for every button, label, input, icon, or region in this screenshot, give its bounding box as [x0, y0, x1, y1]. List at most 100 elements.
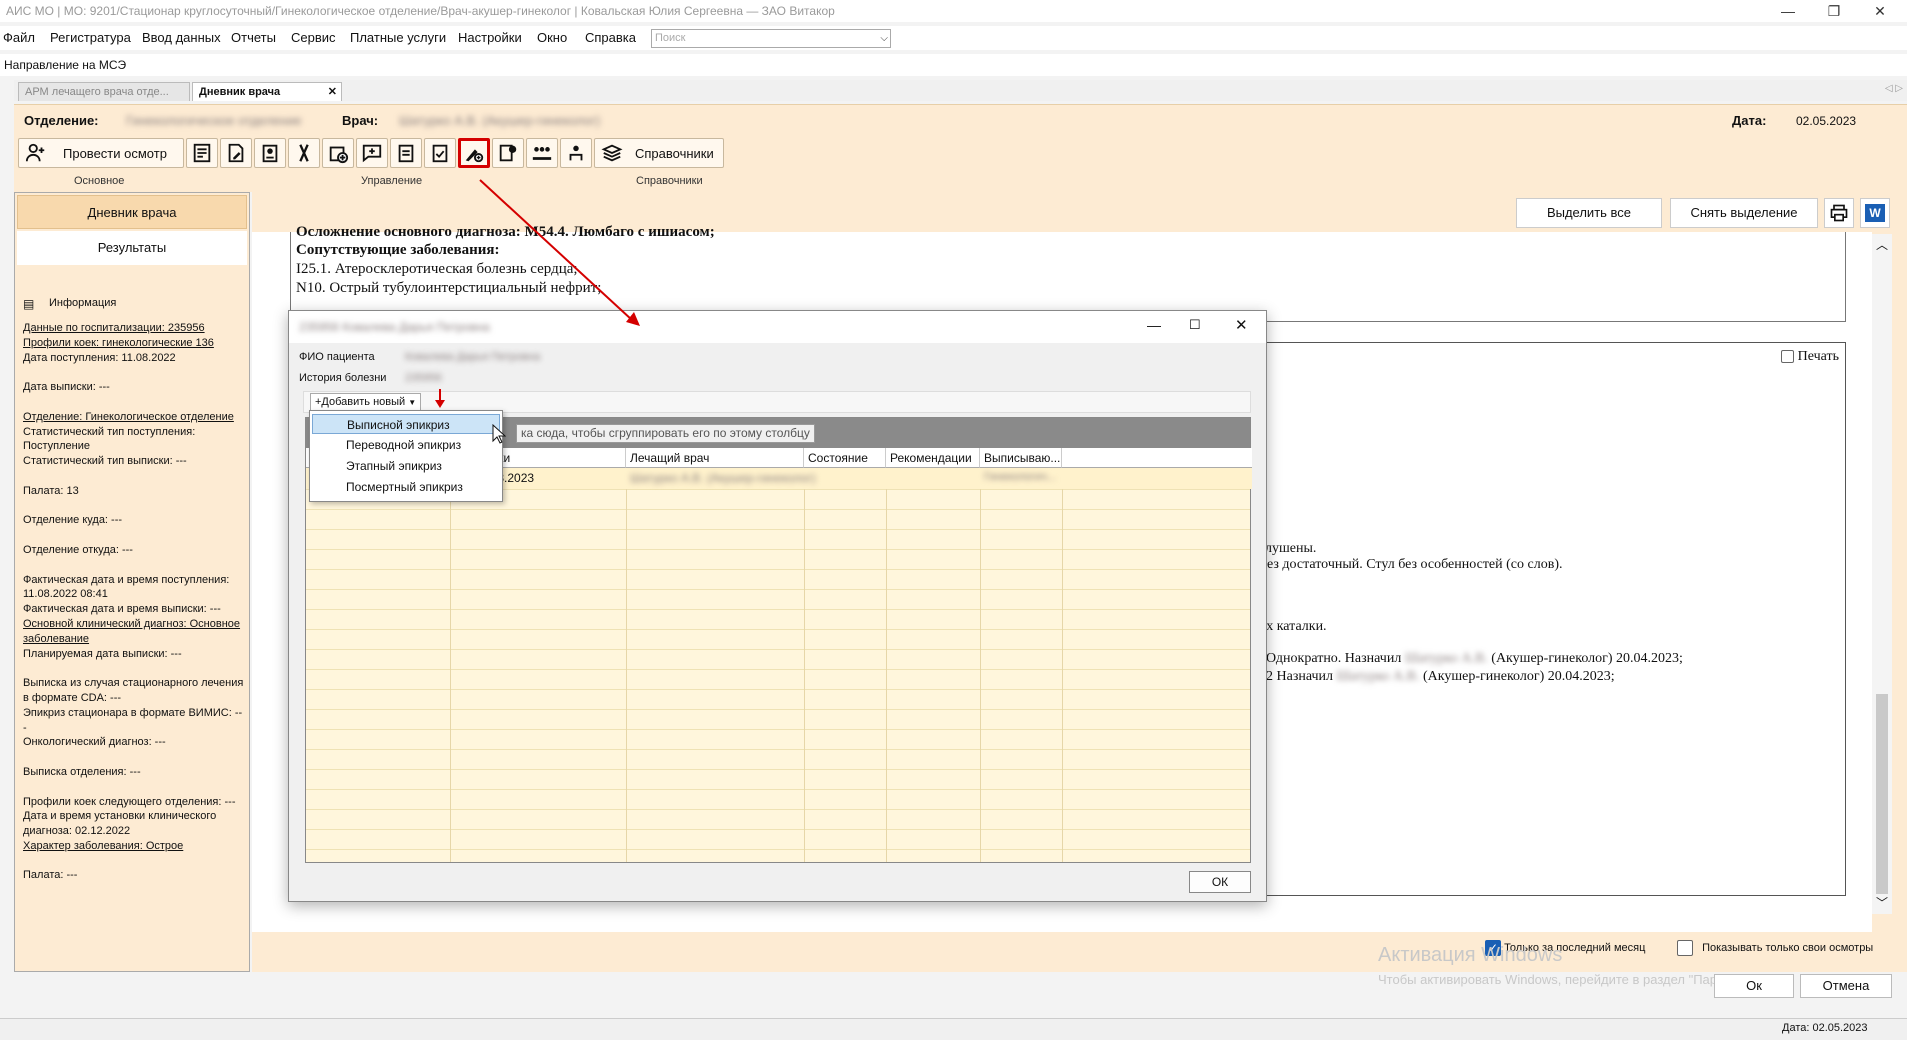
dropdown-item-transfer-epicrisis[interactable]: Переводной эпикриз	[312, 435, 500, 455]
cancel-button[interactable]: Отмена	[1800, 974, 1892, 998]
info-list: Данные по госпитализации: 235956 Профили …	[23, 321, 245, 883]
badge-button[interactable]	[254, 138, 286, 168]
grid-row-line	[306, 589, 1250, 590]
epicrisis-button[interactable]	[458, 138, 490, 168]
close-tab-icon[interactable]: ✕	[328, 83, 337, 101]
add-new-dropdown: Выписной эпикриз Переводной эпикриз Этап…	[309, 410, 503, 502]
maximize-button[interactable]: ❐	[1811, 0, 1857, 22]
clipboard-list-button[interactable]	[390, 138, 422, 168]
dialog-minimize-button[interactable]: —	[1147, 317, 1161, 333]
clipboard-check-button[interactable]	[424, 138, 456, 168]
doc-text-line: 2 Назначил Шатурко А.В. (Акушер-гинеколо…	[1266, 669, 1615, 684]
nav-results[interactable]: Результаты	[17, 231, 247, 265]
info-item: Дата и время установки клинического диаг…	[23, 810, 217, 838]
dialog-close-button[interactable]: ✕	[1235, 316, 1248, 334]
info-gap	[23, 499, 245, 514]
info-item[interactable]: Характер заболевания: Острое	[23, 839, 245, 854]
word-export-button[interactable]: W	[1860, 198, 1890, 228]
references-button[interactable]: Справочники	[594, 138, 724, 168]
info-item: Дата поступления: 11.08.2022	[23, 351, 176, 364]
menu-file[interactable]: Файл	[3, 30, 35, 45]
menu-reports[interactable]: Отчеты	[231, 30, 276, 45]
info-item[interactable]: Основной клинический диагноз: Основное з…	[23, 617, 245, 647]
grid-row-line	[306, 809, 1250, 810]
menu-data-entry[interactable]: Ввод данных	[142, 30, 221, 45]
form-list-button[interactable]	[186, 138, 218, 168]
dialog-ok-button[interactable]: ОК	[1189, 871, 1251, 893]
close-window-button[interactable]: ✕	[1857, 0, 1903, 22]
transfer-icon	[569, 145, 583, 161]
search-input[interactable]: Поиск ⌵	[651, 29, 891, 48]
document-section-top: Осложнение основного диагноза: M54.4. Лю…	[290, 224, 1846, 322]
select-all-button[interactable]: Выделить все	[1516, 198, 1662, 228]
patient-label: ФИО пациента	[299, 351, 375, 363]
conduct-exam-button[interactable]: Провести осмотр	[18, 138, 184, 168]
only-mine-checkbox[interactable]: Показывать только свои осмотры	[1677, 940, 1873, 956]
print-button[interactable]	[1824, 198, 1854, 228]
dept-label: Отделение:	[24, 113, 99, 128]
menu-help[interactable]: Справка	[585, 30, 636, 45]
chevron-down-icon[interactable]: ⌵	[880, 30, 888, 47]
dropdown-item-stage-epicrisis[interactable]: Этапный эпикриз	[312, 456, 500, 476]
grid-row-line	[306, 749, 1250, 750]
info-item: Палата: ---	[23, 869, 78, 882]
print-checkbox[interactable]: Печать	[1781, 349, 1839, 365]
tab-arm[interactable]: АРМ лечащего врача отде...	[18, 82, 190, 101]
column-header-discharging[interactable]: Выписываю...	[980, 448, 1062, 468]
info-item[interactable]: Профили коек: гинекологические 136	[23, 336, 245, 351]
books-icon	[601, 144, 623, 162]
group-hint: ка сюда, чтобы сгруппировать его по этом…	[516, 424, 815, 443]
status-date: Дата: 02.05.2023	[1782, 1022, 1868, 1034]
grid-row-line	[306, 669, 1250, 670]
form-icon	[193, 143, 211, 163]
people-icon	[532, 147, 552, 160]
scroll-thumb[interactable]	[1876, 694, 1888, 894]
dropdown-arrow-icon: ▼	[408, 398, 417, 407]
dialog-maximize-button[interactable]: ☐	[1189, 317, 1201, 333]
info-item: Отделение откуда: ---	[23, 543, 133, 556]
grid-row-line	[306, 509, 1250, 510]
document-plus-icon	[499, 144, 517, 162]
date-value: 02.05.2023	[1796, 114, 1857, 128]
column-header-recommendations[interactable]: Рекомендации	[886, 448, 980, 468]
document-edit-button[interactable]	[220, 138, 252, 168]
doctor-name-blurred: Шатурко А.В.	[1401, 651, 1492, 666]
info-item[interactable]: Отделение: Гинекологическое отделение	[23, 410, 245, 425]
vertical-scrollbar[interactable]: ︿ ﹀	[1872, 234, 1892, 914]
scroll-up-icon[interactable]: ︿	[1876, 236, 1888, 253]
info-item[interactable]: Данные по госпитализации: 235956	[23, 321, 245, 336]
tab-doctor-diary[interactable]: Дневник врача ✕	[192, 82, 342, 101]
tab-scroll-icon[interactable]: ◁ ▷	[1885, 83, 1903, 94]
info-item: Выписка из случая стационарного лечения …	[23, 677, 244, 704]
info-item: Статистический тип выписки: ---	[23, 455, 187, 468]
transfer-button[interactable]	[560, 138, 592, 168]
deselect-button[interactable]: Снять выделение	[1670, 198, 1818, 228]
menu-service[interactable]: Сервис	[291, 30, 336, 45]
doctor-value: Шатурко А.В. (Акушер-гинеколог)	[399, 113, 601, 128]
dropdown-item-discharge-epicrisis[interactable]: Выписной эпикриз	[312, 414, 500, 434]
mse-referral-bar[interactable]: Направление на МСЭ	[0, 54, 1907, 76]
ok-button[interactable]: Ок	[1714, 974, 1794, 998]
grid-divider	[980, 468, 981, 862]
grid-row-line	[306, 549, 1250, 550]
medical-add-button[interactable]	[322, 138, 354, 168]
doc-add-button[interactable]	[492, 138, 524, 168]
dropdown-item-postmortem-epicrisis[interactable]: Посмертный эпикриз	[312, 477, 500, 497]
grid-row-line	[306, 569, 1250, 570]
nav-doctor-diary[interactable]: Дневник врача	[17, 195, 247, 229]
column-header-doctor[interactable]: Лечащий врач	[626, 448, 804, 468]
menu-registry[interactable]: Регистратура	[50, 30, 131, 45]
grid-row-line	[306, 629, 1250, 630]
ribbon-button[interactable]	[288, 138, 320, 168]
column-header-state[interactable]: Состояние б...	[804, 448, 886, 485]
menu-window[interactable]: Окно	[537, 30, 567, 45]
minimize-button[interactable]: —	[1765, 0, 1811, 22]
scroll-down-icon[interactable]: ﹀	[1876, 894, 1888, 911]
chat-add-button[interactable]	[356, 138, 388, 168]
add-new-button[interactable]: +Добавить новый ▼	[310, 393, 422, 411]
info-gap	[23, 780, 245, 795]
group-button[interactable]	[526, 138, 558, 168]
comorbid-heading: Сопутствующие заболевания:	[296, 242, 500, 258]
menu-paid-services[interactable]: Платные услуги	[350, 30, 446, 45]
menu-settings[interactable]: Настройки	[458, 30, 522, 45]
